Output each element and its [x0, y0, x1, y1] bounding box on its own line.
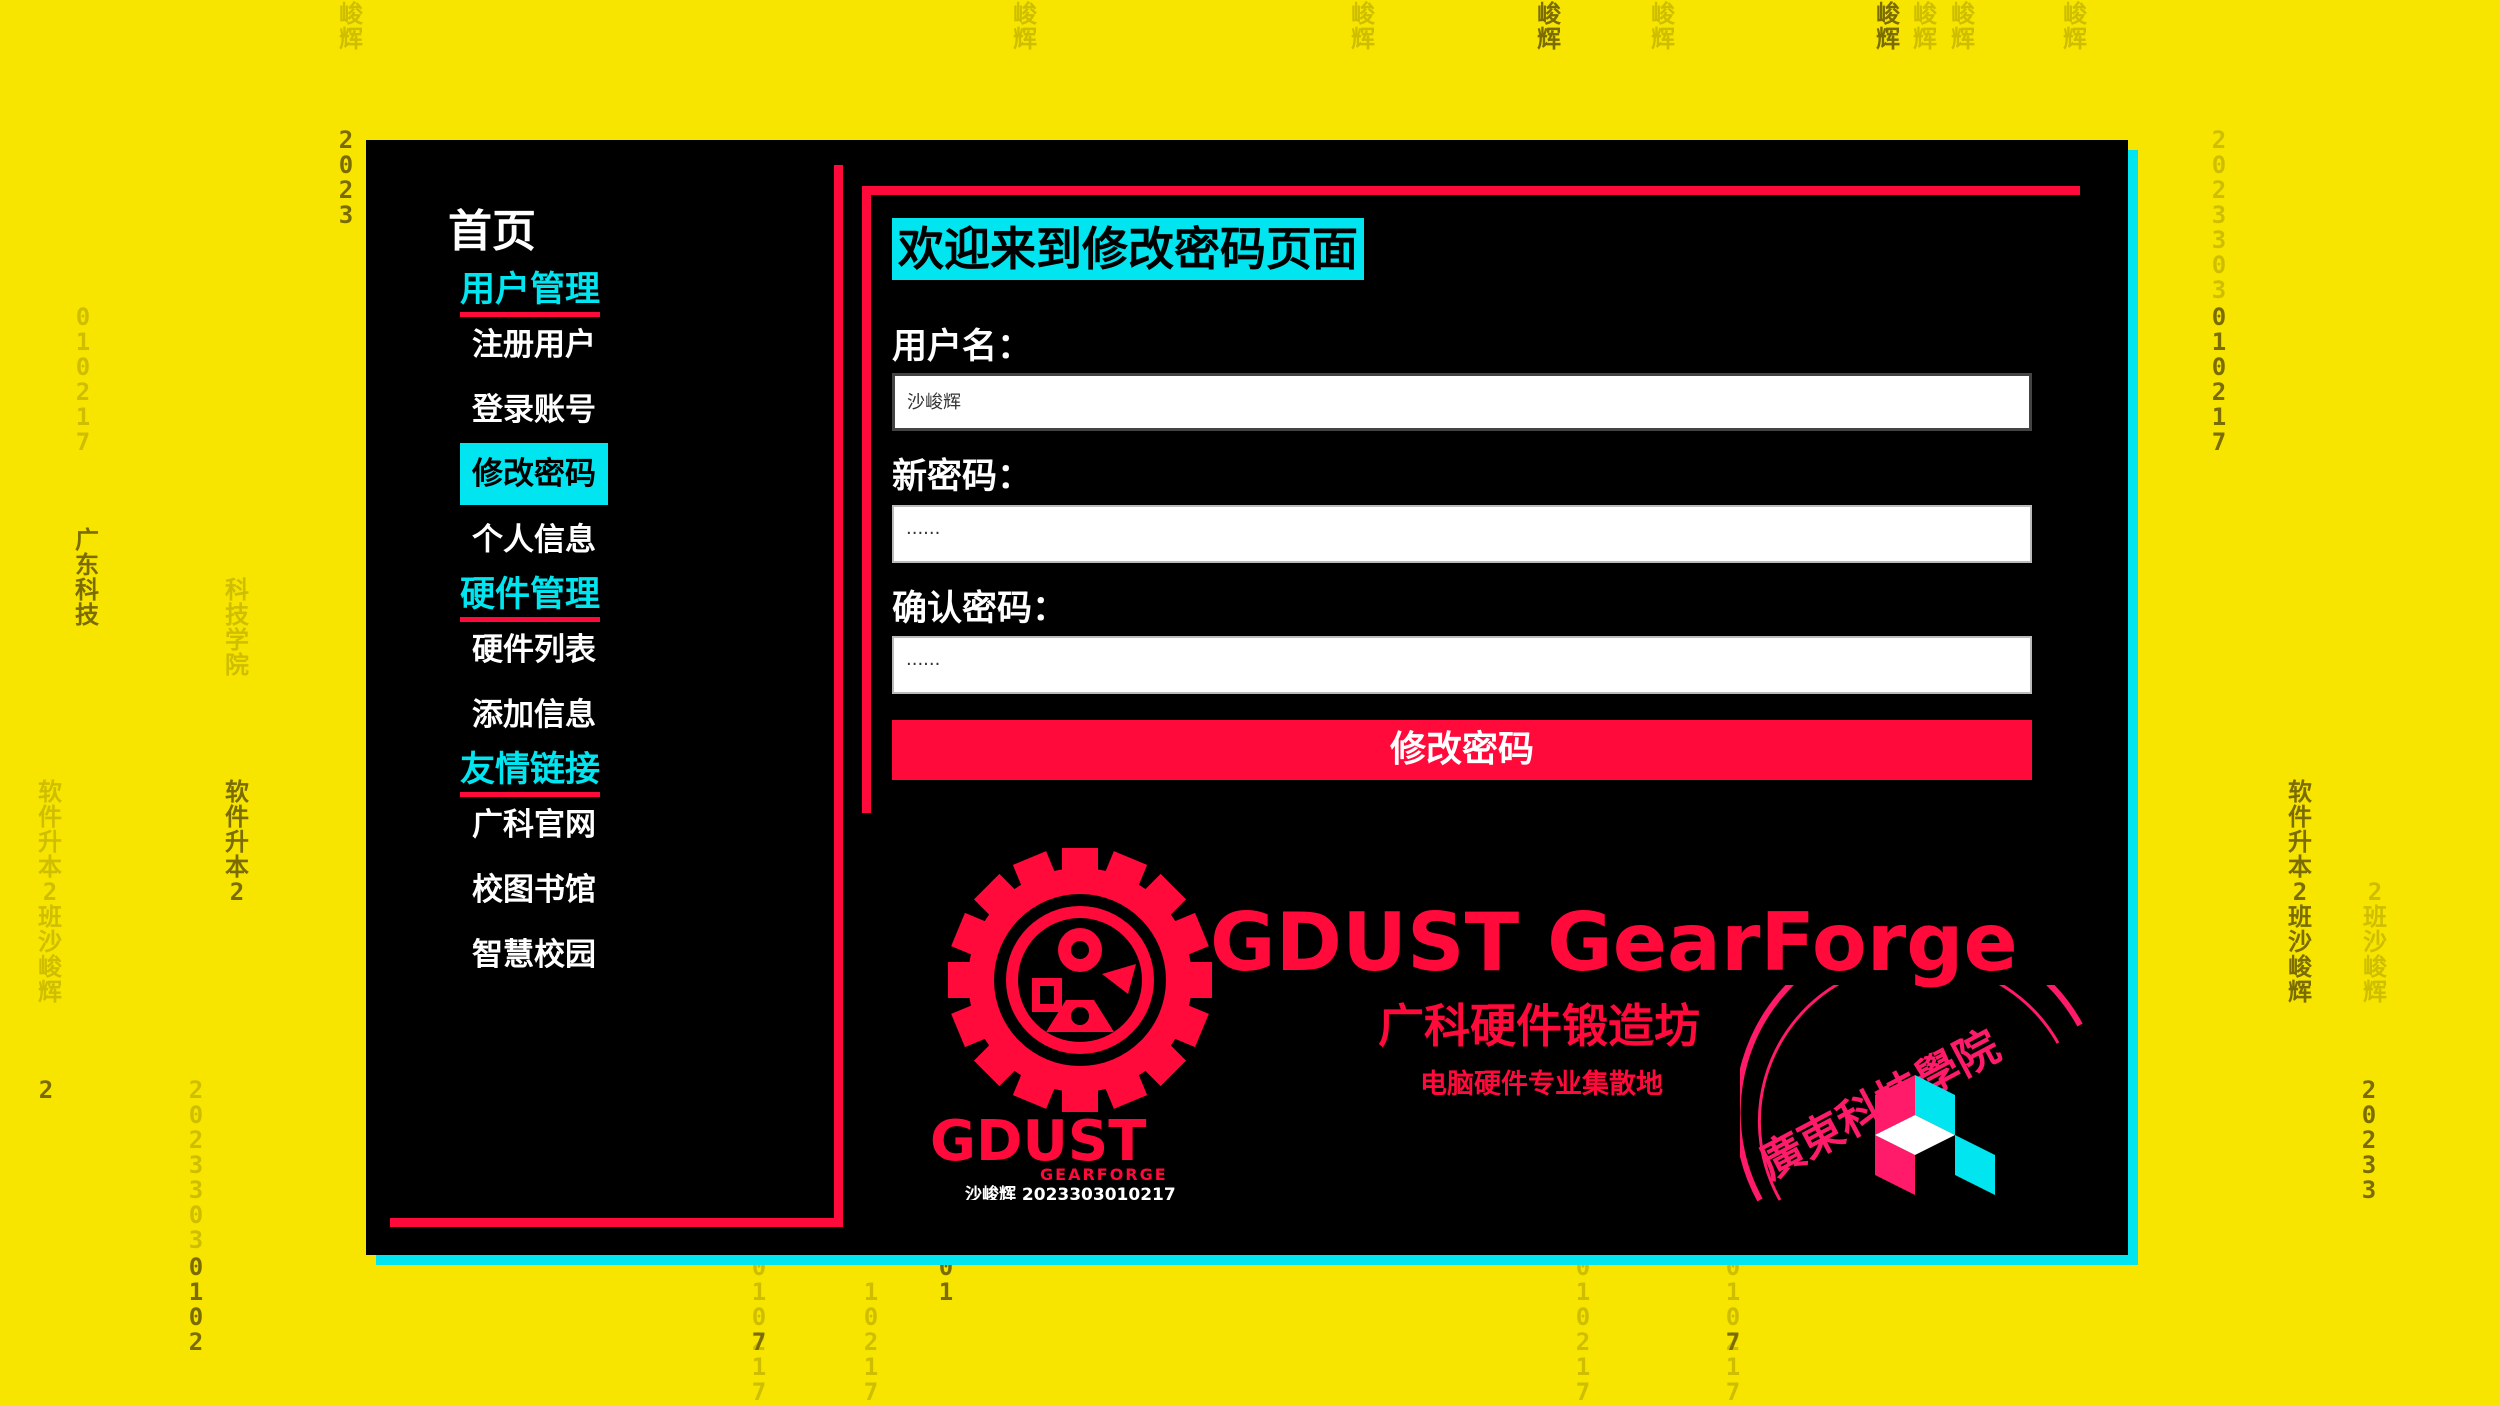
nav-item-add-info[interactable]: 添加信息: [460, 693, 608, 737]
page-title: 欢迎来到修改密码页面: [892, 218, 1364, 280]
bg-rain-text: 20233: [2361, 1076, 2377, 1204]
bg-rain-text: 峻辉: [1951, 0, 1975, 53]
nav-item-hardware-list[interactable]: 硬件列表: [460, 628, 608, 672]
bg-rain-text: 2023303: [2211, 126, 2227, 304]
college-stamp-icon: 廣東科技學院: [1740, 985, 2083, 1202]
bg-rain-text: 7: [751, 1328, 767, 1356]
bg-rain-text: 010217: [75, 303, 91, 456]
confirm-password-input[interactable]: ······: [892, 636, 2032, 694]
change-password-button[interactable]: 修改密码: [892, 720, 2032, 780]
bg-rain-text: 软件升本2班沙峻辉: [2288, 778, 2312, 1006]
gear-logo-icon: GDUST GEARFORGE 沙峻辉 2023303010217: [930, 848, 1212, 1200]
bg-rain-text: 峻辉: [1913, 0, 1937, 53]
nav-group-user-management[interactable]: 用户管理: [460, 270, 601, 317]
bg-rain-text: 科技学院: [225, 576, 249, 679]
bg-rain-text: 010217: [2211, 303, 2227, 456]
bg-rain-text: 峻辉: [339, 0, 363, 53]
nav-border: [390, 1218, 843, 1227]
bg-rain-text: 2023: [338, 126, 354, 229]
username-label: 用户名：: [892, 327, 1033, 367]
brand-title: GDUST GearForge: [1210, 896, 2018, 989]
bg-rain-text: 峻辉: [1351, 0, 1375, 53]
confirm-password-label: 确认密码：: [892, 589, 1068, 629]
nav-item-profile[interactable]: 个人信息: [460, 518, 608, 562]
logo-subtext: GEARFORGE: [1040, 1165, 1168, 1184]
bg-rain-text: 2023303: [188, 1076, 204, 1254]
logo-caption: 沙峻辉 2023303010217: [965, 1184, 1176, 1200]
bg-rain-text: 软件升本2: [225, 778, 249, 906]
bg-rain-text: 软件升本2班沙峻辉: [38, 778, 62, 1006]
nav-item-gdust-website[interactable]: 广科官网: [460, 803, 608, 847]
bg-rain-text: 01: [938, 1253, 954, 1306]
bg-rain-text: 0102: [188, 1253, 204, 1356]
bg-rain-text: 2班沙峻辉: [2363, 878, 2387, 1006]
bg-rain-text: 10217: [863, 1278, 879, 1406]
nav-item-library[interactable]: 校图书馆: [460, 868, 608, 912]
panel-border: [862, 186, 2080, 195]
brand-tagline: 电脑硬件专业集散地: [1420, 1069, 1663, 1100]
nav-item-smart-campus[interactable]: 智慧校园: [460, 933, 608, 977]
nav-group-hardware-management[interactable]: 硬件管理: [460, 575, 601, 622]
bg-rain-text: 峻辉: [1876, 0, 1900, 53]
bg-rain-text: 峻辉: [1651, 0, 1675, 53]
nav-item-change-password[interactable]: 修改密码: [460, 443, 608, 505]
nav-item-login[interactable]: 登录账号: [460, 388, 608, 432]
brand-subtitle: 广科硬件锻造坊: [1378, 999, 1700, 1053]
bg-rain-text: 010217: [1575, 1253, 1591, 1406]
new-password-input[interactable]: ······: [892, 505, 2032, 563]
bg-rain-text: 广东科技: [75, 526, 99, 629]
nav-border: [834, 165, 843, 1227]
bg-rain-text: 峻辉: [1537, 0, 1561, 53]
bg-rain-text: 峻辉: [2063, 0, 2087, 53]
nav-home-link[interactable]: 首页: [448, 195, 536, 259]
bg-rain-text: 2: [38, 1076, 54, 1104]
nav-group-friend-links[interactable]: 友情链接: [460, 750, 601, 797]
username-input[interactable]: 沙峻辉: [892, 373, 2032, 431]
bg-rain-text: 峻辉: [1013, 0, 1037, 53]
nav-item-register[interactable]: 注册用户: [460, 323, 608, 367]
panel-border: [862, 186, 871, 813]
new-password-label: 新密码：: [892, 457, 1033, 497]
bg-rain-text: 7: [1725, 1328, 1741, 1356]
